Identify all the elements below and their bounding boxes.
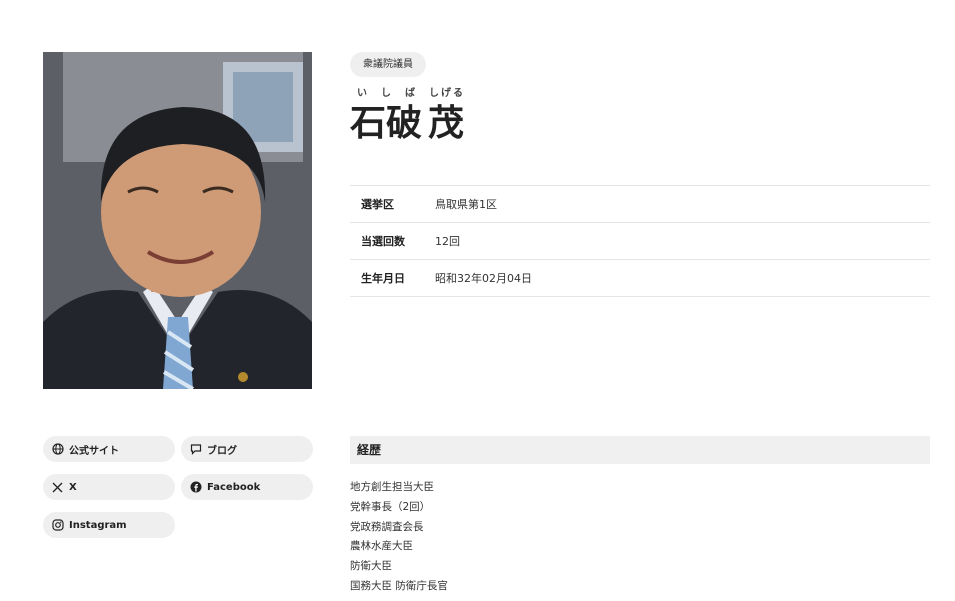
- info-value: 12回: [435, 235, 460, 248]
- given-name-ruby: しげる: [428, 88, 465, 99]
- facebook-icon: [189, 481, 202, 494]
- x-logo-icon: [51, 481, 64, 494]
- info-row-district: 選挙区 鳥取県第1区: [350, 186, 930, 223]
- surname-ruby: いしば: [350, 88, 423, 99]
- career-item: 国務大臣 防衛庁長官: [350, 579, 448, 592]
- official-site-link[interactable]: 公式サイト: [43, 436, 175, 462]
- surname: 石破いしば: [350, 88, 423, 144]
- career-heading: 経歴: [350, 436, 930, 464]
- career-list: 地方創生担当大臣 党幹事長（2回） 党政務調査会長 農林水産大臣 防衛大臣 国務…: [350, 478, 448, 597]
- info-row-terms: 当選回数 12回: [350, 223, 930, 260]
- profile-info-table: 選挙区 鳥取県第1区 当選回数 12回 生年月日 昭和32年02月04日: [350, 185, 930, 297]
- link-label: X: [69, 481, 77, 493]
- info-label: 選挙区: [361, 198, 394, 211]
- given-name: 茂しげる: [428, 88, 465, 144]
- link-label: Instagram: [69, 519, 127, 531]
- link-label: ブログ: [207, 445, 237, 457]
- career-item: 党幹事長（2回）: [350, 500, 431, 513]
- career-item: 党政務調査会長: [350, 520, 424, 533]
- position-badge: 衆議院議員: [350, 52, 426, 77]
- career-item: 防衛大臣: [350, 560, 392, 573]
- portrait-photo: [43, 52, 312, 389]
- info-label: 生年月日: [361, 272, 405, 285]
- info-label: 当選回数: [361, 235, 405, 248]
- link-label: Facebook: [207, 481, 261, 493]
- career-item: 地方創生担当大臣: [350, 481, 434, 493]
- chat-bubble-icon: [189, 443, 202, 456]
- member-name: 石破いしば 茂しげる: [350, 88, 464, 142]
- globe-icon: [51, 443, 64, 456]
- instagram-icon: [51, 519, 64, 532]
- x-link[interactable]: X: [43, 474, 175, 500]
- instagram-link[interactable]: Instagram: [43, 512, 175, 538]
- link-label: 公式サイト: [69, 445, 119, 457]
- career-item: 農林水産大臣: [350, 540, 413, 553]
- info-row-birthdate: 生年月日 昭和32年02月04日: [350, 260, 930, 297]
- blog-link[interactable]: ブログ: [181, 436, 313, 462]
- facebook-link[interactable]: Facebook: [181, 474, 313, 500]
- external-links: 公式サイト ブログ X Facebook Instagram: [43, 436, 313, 538]
- info-value: 昭和32年02月04日: [435, 272, 532, 285]
- info-value: 鳥取県第1区: [435, 198, 497, 211]
